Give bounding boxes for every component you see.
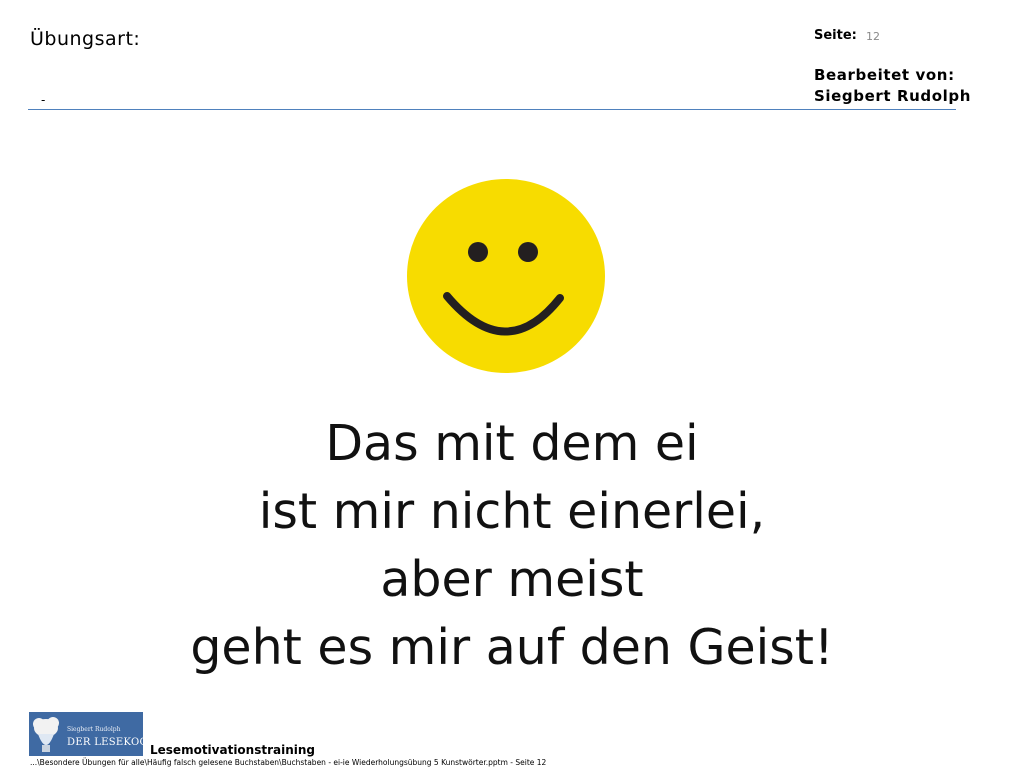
- poem-line: aber meist: [380, 551, 644, 608]
- poem-text: Das mit dem ei ist mir nicht einerlei, a…: [0, 410, 1024, 682]
- page-label: Seite:: [814, 28, 857, 43]
- smiley-left-eye: [468, 242, 488, 262]
- smiley-face: [407, 179, 605, 373]
- exercise-type-value: -: [41, 93, 46, 107]
- header-divider: [28, 109, 956, 110]
- chef-lightbulb-icon: [33, 717, 59, 752]
- poem-line: Das mit dem ei: [325, 415, 699, 472]
- smiley-right-eye: [518, 242, 538, 262]
- program-name: Lesemotivationstraining: [150, 743, 316, 757]
- editor-name: Siegbert Rudolph: [814, 87, 971, 105]
- leserkoch-logo: Siegbert Rudolph DER LESEKOCH: [29, 712, 143, 756]
- poem-line: geht es mir auf den Geist!: [190, 619, 834, 676]
- smiley-face-icon: [407, 179, 605, 373]
- exercise-type-label: Übungsart:: [30, 28, 141, 50]
- logo-author: Siegbert Rudolph: [67, 726, 121, 733]
- page-number: 12: [866, 30, 880, 43]
- editor-label: Bearbeitet von:: [814, 66, 955, 84]
- file-path: ...\Besondere Übungen für alle\Häufig fa…: [30, 758, 547, 767]
- logo-brand: DER LESEKOCH: [67, 737, 143, 748]
- poem-line: ist mir nicht einerlei,: [258, 483, 766, 540]
